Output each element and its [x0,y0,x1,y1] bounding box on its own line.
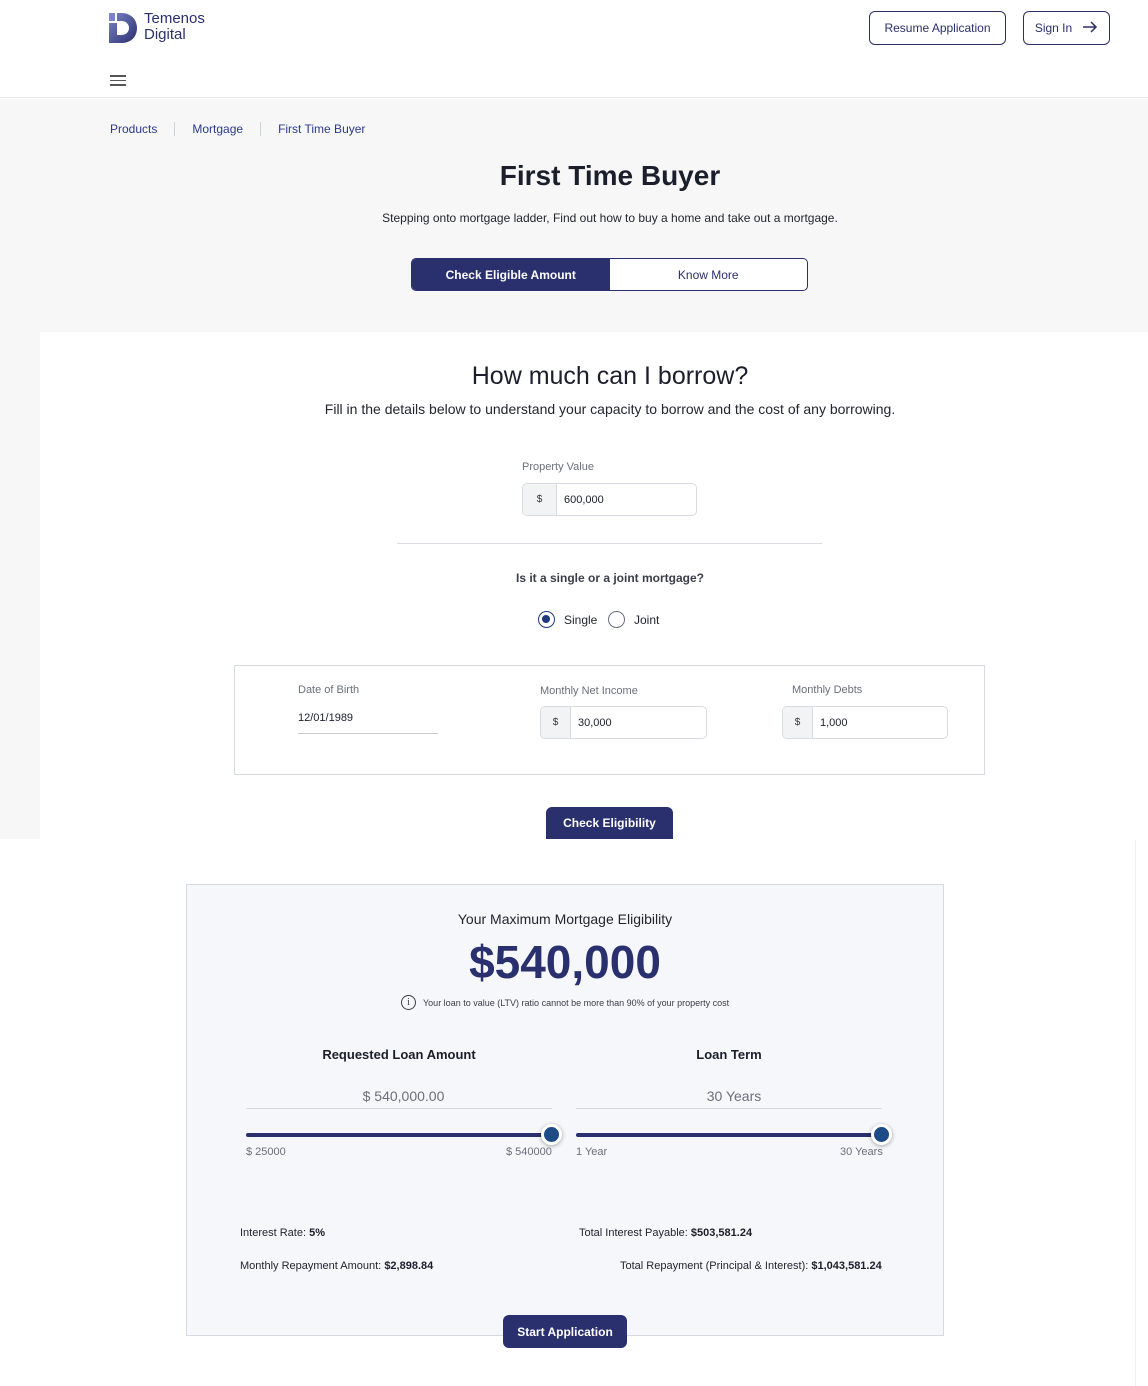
hamburger-icon[interactable] [110,75,126,86]
sign-in-button[interactable]: Sign In [1023,11,1110,45]
currency-symbol: $ [523,484,557,515]
radio-joint-label: Joint [634,612,660,627]
view-toggle: Check Eligible Amount Know More [411,258,808,291]
breadcrumb: Products Mortgage First Time Buyer [110,122,399,136]
dob-input[interactable]: 12/01/1989 [298,712,353,724]
loan-amount-underline [246,1108,552,1109]
mortgage-type-question: Is it a single or a joint mortgage? [515,571,705,585]
loan-amount-slider-track[interactable] [246,1133,552,1137]
debts-currency-symbol: $ [783,707,813,738]
radio-unchecked-icon[interactable] [608,611,625,628]
monthly-repayment-value: $2,898.84 [384,1260,434,1272]
page-title: First Time Buyer [499,160,721,191]
dob-underline [298,733,438,734]
loan-term-value[interactable]: 30 Years [576,1088,892,1104]
total-interest-label: Total Interest Payable: [579,1227,688,1239]
debts-input[interactable]: 1,000 [813,707,848,738]
breadcrumb-products[interactable]: Products [110,122,176,136]
property-value-label: Property Value [522,461,594,473]
loan-term-min-label: 1 Year [576,1146,608,1158]
check-eligibility-button[interactable]: Check Eligibility [546,807,673,839]
resume-application-label: Resume Application [884,21,991,35]
max-eligibility-amount: $540,000 [469,936,661,988]
logo-line1: Temenos [144,10,205,27]
logo-line2: Digital [144,26,186,43]
loan-amount-value[interactable]: $ 540,000.00 [246,1088,561,1104]
income-input[interactable]: 30,000 [571,707,612,738]
dob-label: Date of Birth [298,684,360,696]
property-value-input[interactable]: 600,000 [557,484,604,515]
income-currency-symbol: $ [541,707,571,738]
site-header: Temenos Digital Resume Application Sign … [0,0,1148,98]
breadcrumb-first-time-buyer[interactable]: First Time Buyer [278,122,382,136]
calculator-title: How much can I borrow? [471,362,749,390]
info-icon: i [401,995,416,1010]
loan-amount-title: Requested Loan Amount [322,1047,476,1062]
total-interest-stat: Total Interest Payable: $503,581.24 [579,1227,752,1239]
radio-checked-icon[interactable] [538,611,555,628]
logo-icon [108,10,138,44]
total-repayment-value: $1,043,581.24 [811,1260,882,1272]
sign-in-label: Sign In [1034,21,1073,35]
loan-amount-min-label: $ 25000 [246,1146,286,1158]
income-label: Monthly Net Income [540,685,638,697]
radio-single-label: Single [564,612,598,627]
interest-rate-value: 5% [309,1227,326,1239]
brand-logo[interactable]: Temenos Digital [108,10,205,44]
loan-term-max-label: 30 Years [840,1146,883,1158]
debts-label: Monthly Debts [792,684,863,696]
breadcrumb-mortgage[interactable]: Mortgage [192,122,262,136]
logo-text: Temenos Digital [144,11,205,43]
start-application-button[interactable]: Start Application [503,1315,627,1348]
calculator-subtitle: Fill in the details below to understand … [324,401,896,417]
interest-rate-label: Interest Rate: [240,1227,307,1239]
ltv-note: i Your loan to value (LTV) ratio cannot … [401,995,729,1010]
total-repayment-stat: Total Repayment (Principal & Interest): … [620,1260,882,1272]
radio-single[interactable]: Single [538,611,597,628]
total-interest-value: $503,581.24 [690,1227,753,1239]
results-title: Your Maximum Mortgage Eligibility [457,911,673,927]
scrollbar-edge [1135,840,1136,1386]
loan-term-slider-handle[interactable] [871,1124,892,1145]
page-subtitle: Stepping onto mortgage ladder, Find out … [382,211,838,225]
loan-term-underline [576,1108,882,1109]
monthly-repayment-label: Monthly Repayment Amount: [240,1260,382,1272]
loan-term-slider-track[interactable] [576,1133,882,1137]
interest-rate-stat: Interest Rate: 5% [240,1227,325,1239]
loan-amount-slider-handle[interactable] [541,1124,562,1145]
ltv-note-text: Your loan to value (LTV) ratio cannot be… [423,997,730,1008]
tab-know-more[interactable]: Know More [610,259,808,290]
loan-amount-max-label: $ 540000 [506,1146,552,1158]
loan-term-title: Loan Term [696,1047,762,1062]
arrow-right-icon [1082,20,1098,36]
total-repayment-label: Total Repayment (Principal & Interest): [620,1260,809,1272]
debts-field[interactable]: $ 1,000 [782,706,948,739]
income-field[interactable]: $ 30,000 [540,706,707,739]
radio-joint[interactable]: Joint [608,611,659,628]
resume-application-button[interactable]: Resume Application [869,11,1006,45]
monthly-repayment-stat: Monthly Repayment Amount: $2,898.84 [240,1260,433,1272]
section-divider [397,543,822,544]
tab-check-eligible-amount[interactable]: Check Eligible Amount [412,259,610,290]
property-value-field[interactable]: $ 600,000 [522,483,697,516]
